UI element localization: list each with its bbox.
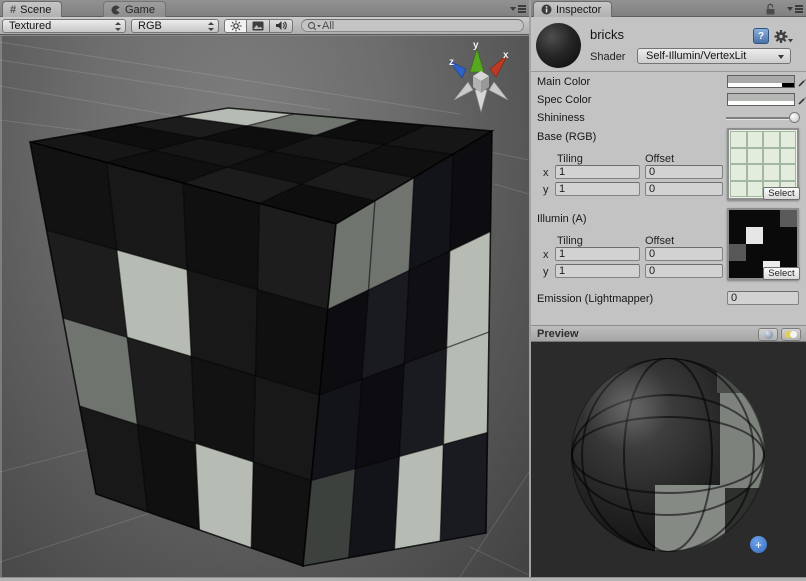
scene-toolbar: Textured RGB: [0, 17, 529, 35]
sun-icon: [230, 20, 242, 32]
dropdown-arrows-icon: [207, 22, 214, 32]
base-map-label: Base (RGB): [537, 131, 596, 143]
game-icon: [111, 5, 121, 15]
dropdown-arrows-icon: [114, 22, 121, 32]
scene-lighting-toggle-button[interactable]: [224, 19, 247, 33]
main-color-swatch[interactable]: [727, 75, 795, 88]
shader-label: Shader: [590, 51, 625, 63]
offset-header: Offset: [645, 235, 674, 247]
spec-color-swatch[interactable]: [727, 93, 795, 106]
unity-editor-window: # Scene Game Textured RGB: [0, 0, 806, 581]
color-mode-dropdown[interactable]: RGB: [131, 19, 219, 33]
tab-scene[interactable]: # Scene: [2, 1, 62, 17]
spec-color-label: Spec Color: [537, 94, 591, 106]
tab-inspector[interactable]: Inspector: [533, 1, 612, 17]
shader-dropdown[interactable]: Self-Illumin/VertexLit: [637, 48, 791, 64]
scene-fx-toggle-button[interactable]: [247, 19, 270, 33]
base-tiling-x-input[interactable]: [555, 165, 640, 179]
preview-header[interactable]: Preview: [531, 325, 806, 342]
eyedropper-icon[interactable]: [798, 93, 806, 105]
shader-value: Self-Illumin/VertexLit: [646, 50, 746, 62]
scene-panel-menu-icon[interactable]: [510, 4, 526, 14]
offset-header: Offset: [645, 153, 674, 165]
shininess-slider[interactable]: [726, 111, 800, 124]
illumin-tiling-y-input[interactable]: [555, 264, 640, 278]
preview-mesh-button[interactable]: [758, 328, 778, 341]
illumin-offset-y-input[interactable]: [645, 264, 723, 278]
eyedropper-icon[interactable]: [798, 75, 806, 87]
gizmo-negative-axis-cone[interactable]: [454, 82, 473, 100]
base-texture-select-button[interactable]: Select: [763, 187, 800, 200]
tiling-header: Tiling: [557, 235, 583, 247]
base-offset-x-input[interactable]: [645, 165, 723, 179]
gizmo-z-label: z: [449, 57, 454, 68]
inspector-tab-bar: Inspector: [531, 0, 806, 17]
emission-input[interactable]: [727, 291, 799, 305]
textured-cube[interactable]: [30, 108, 492, 566]
image-icon: [252, 21, 264, 31]
illumin-texture-select-button[interactable]: Select: [763, 267, 800, 280]
tiling-header: Tiling: [557, 153, 583, 165]
illumin-tiling-x-input[interactable]: [555, 247, 640, 261]
sphere-icon: [764, 330, 773, 339]
tab-inspector-label: Inspector: [556, 4, 601, 16]
scene-search-input[interactable]: [322, 20, 503, 32]
base-offset-y-input[interactable]: [645, 182, 723, 196]
tab-scene-label: Scene: [20, 4, 51, 16]
shininess-label: Shininess: [537, 112, 585, 124]
preview-zoom-button[interactable]: +: [750, 536, 767, 553]
alpha-bar: [728, 101, 794, 105]
gizmo-y-axis-cone[interactable]: [470, 49, 484, 72]
emission-label: Emission (Lightmapper): [537, 293, 653, 305]
help-icon[interactable]: ?: [753, 28, 769, 44]
inspector-panel-menu-icon[interactable]: [787, 4, 803, 14]
inspector-panel: Inspector bricks Shader Self-Illumin/Ver…: [531, 0, 806, 581]
preview-lighting-button[interactable]: [781, 328, 801, 341]
gizmo-negative-axis-cone[interactable]: [475, 90, 487, 112]
illumin-map-label: Illumin (A): [537, 213, 587, 225]
y-axis-label: y: [543, 184, 549, 196]
search-icon: [307, 21, 321, 32]
draw-mode-dropdown[interactable]: Textured: [2, 19, 126, 33]
preview-area[interactable]: +: [531, 342, 806, 577]
material-name: bricks: [590, 27, 624, 42]
scene-panel: # Scene Game Textured RGB: [0, 0, 529, 581]
gizmo-y-label: y: [473, 40, 479, 51]
tab-game-label: Game: [125, 4, 155, 16]
main-color-label: Main Color: [537, 76, 590, 88]
x-axis-label: x: [543, 167, 549, 179]
scene-audio-toggle-button[interactable]: [270, 19, 293, 33]
scene-gizmo[interactable]: y x z: [449, 40, 509, 112]
inspector-body: bricks Shader Self-Illumin/VertexLit ?: [531, 17, 806, 581]
gizmo-x-label: x: [503, 50, 509, 61]
slider-knob[interactable]: [789, 112, 800, 123]
scene-tab-bar: # Scene Game: [0, 0, 529, 17]
y-axis-label: y: [543, 266, 549, 278]
gear-icon[interactable]: [773, 28, 793, 45]
info-icon: [541, 4, 552, 15]
material-preview-thumbnail[interactable]: [536, 23, 581, 68]
scene-viewport[interactable]: y x z: [0, 36, 529, 577]
material-header: bricks Shader Self-Illumin/VertexLit ?: [531, 17, 806, 72]
scene-search-field[interactable]: [301, 19, 524, 32]
x-axis-label: x: [543, 249, 549, 261]
speaker-icon: [275, 20, 287, 31]
grid-icon: #: [10, 4, 16, 16]
preview-title: Preview: [537, 328, 579, 340]
window-bottom-edge: [0, 577, 806, 581]
tab-game[interactable]: Game: [103, 1, 166, 17]
lock-icon[interactable]: [765, 3, 776, 15]
base-tiling-y-input[interactable]: [555, 182, 640, 196]
draw-mode-value: Textured: [9, 20, 51, 32]
chevron-down-icon: [778, 55, 784, 59]
color-mode-value: RGB: [138, 20, 162, 32]
illumin-offset-x-input[interactable]: [645, 247, 723, 261]
alpha-bar: [728, 83, 794, 87]
gizmo-negative-axis-cone[interactable]: [489, 82, 508, 100]
